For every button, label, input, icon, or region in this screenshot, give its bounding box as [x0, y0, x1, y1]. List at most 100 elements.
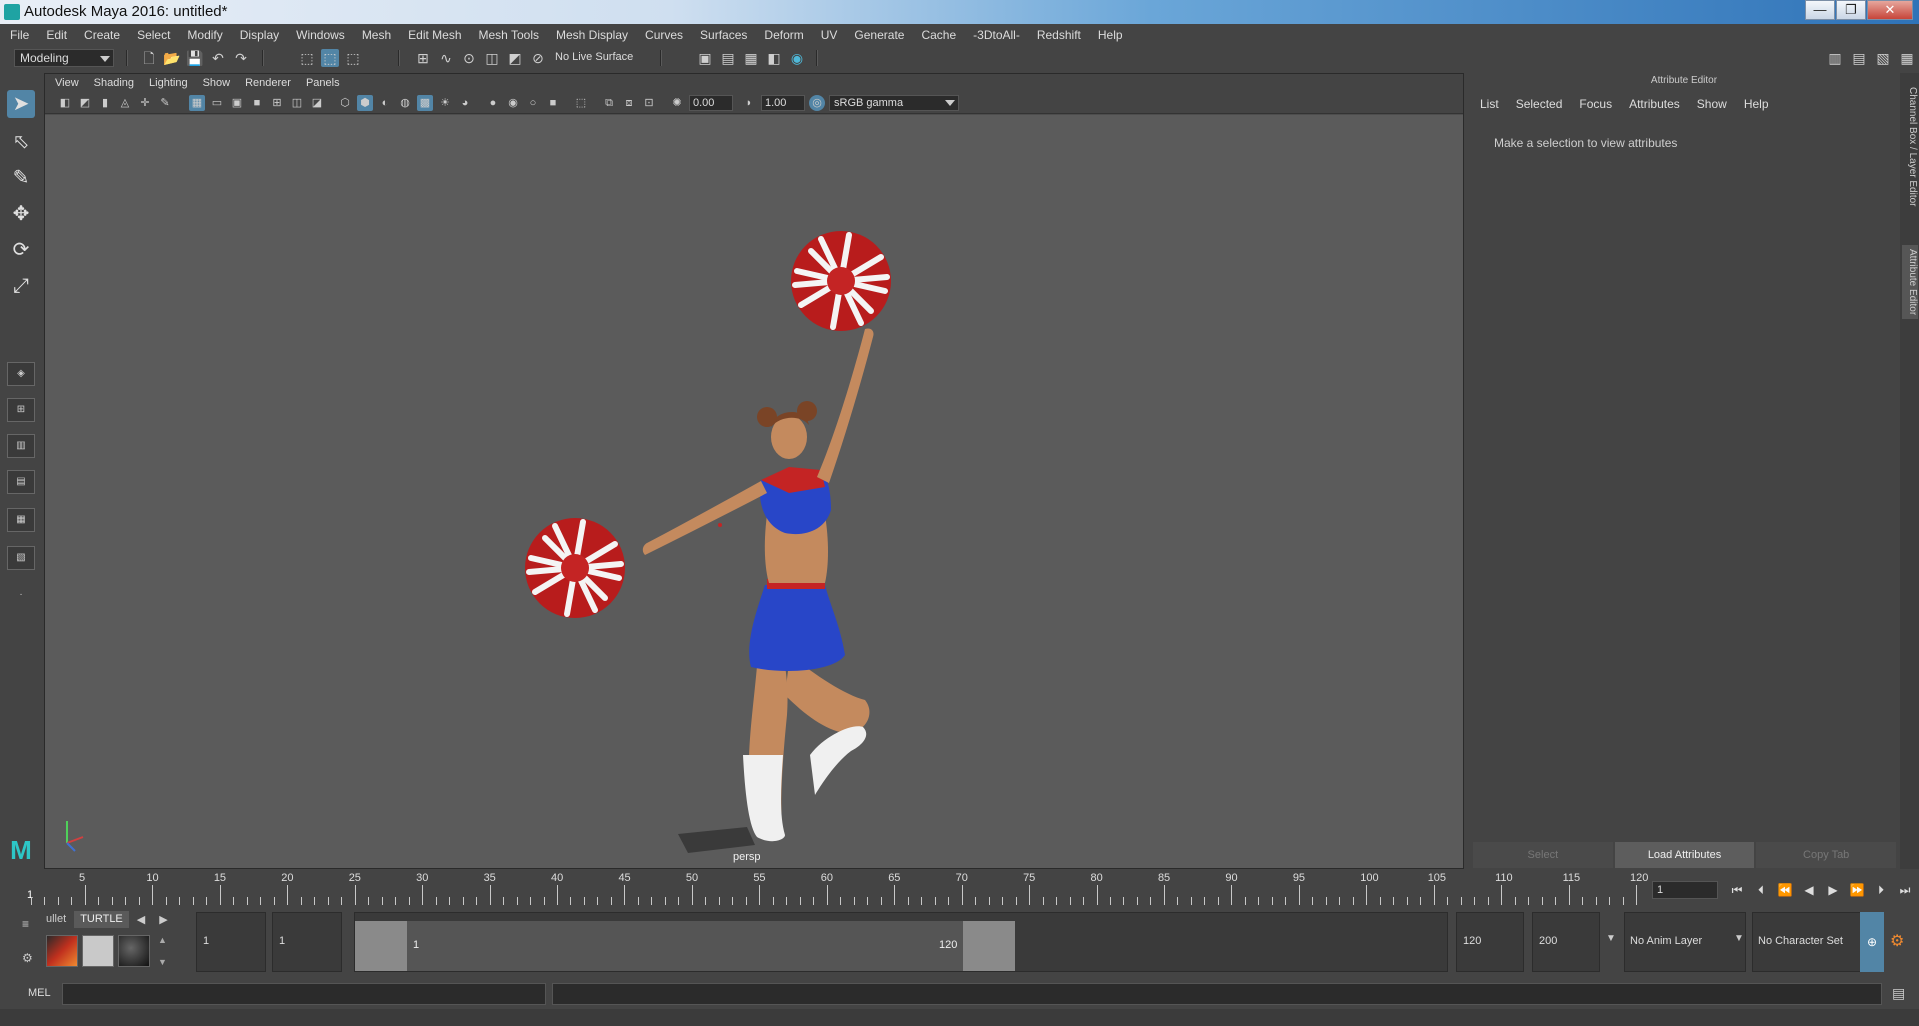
ae-menu-selected[interactable]: Selected: [1516, 97, 1563, 111]
shelf-tab-bullet[interactable]: ullet: [40, 911, 72, 928]
auto-key-icon[interactable]: ⊕: [1860, 912, 1884, 972]
time-slider[interactable]: 1 5 10 15 20 25 30 35 40 45 50 55 60 65 70 75 80 85 90 95 1…: [0, 869, 1919, 909]
isolate-select-icon[interactable]: ⬚: [573, 95, 589, 111]
menu-redshift[interactable]: Redshift: [1037, 28, 1081, 42]
bookmark-icon[interactable]: ▮: [97, 95, 113, 111]
safe-title-icon[interactable]: ◪: [309, 95, 325, 111]
range-track[interactable]: 1 120: [354, 912, 1448, 972]
shadows-icon[interactable]: ◕: [457, 95, 473, 111]
exposure-icon[interactable]: ✺: [669, 95, 685, 111]
xray-icon[interactable]: ⧉: [601, 95, 617, 111]
perspective-viewport[interactable]: persp: [45, 115, 1463, 868]
shelf-settings-icon[interactable]: ⚙: [22, 951, 33, 965]
select-hierarchy-icon[interactable]: ⬚: [298, 49, 316, 67]
mel-label[interactable]: MEL: [28, 987, 51, 999]
film-gate-icon[interactable]: ▭: [209, 95, 225, 111]
screen-space-ao-icon[interactable]: ●: [485, 95, 501, 111]
anim-layer-select[interactable]: No Anim Layer: [1624, 912, 1746, 972]
select-tool-icon[interactable]: ➤: [7, 90, 35, 118]
menu-deform[interactable]: Deform: [764, 28, 803, 42]
undo-icon[interactable]: ↶: [209, 49, 227, 67]
play-forwards-icon[interactable]: ▶: [1824, 882, 1842, 898]
playback-start-field[interactable]: 1: [272, 912, 342, 972]
wireframe-on-shaded-icon[interactable]: ◍: [397, 95, 413, 111]
menu-help[interactable]: Help: [1098, 28, 1123, 42]
gamma-field[interactable]: 1.00: [761, 95, 805, 111]
panel-menu-panels[interactable]: Panels: [306, 77, 340, 89]
anim-prefs-icon[interactable]: ⚙: [1890, 931, 1904, 951]
move-tool-icon[interactable]: ✥: [7, 200, 35, 228]
anti-aliasing-icon[interactable]: ○: [525, 95, 541, 111]
panel-menu-lighting[interactable]: Lighting: [149, 77, 188, 89]
xray-joints-icon[interactable]: ⧈: [621, 95, 637, 111]
render-frame-icon[interactable]: ▣: [696, 49, 714, 67]
step-back-key-icon[interactable]: ⏪: [1776, 882, 1794, 898]
shelf-menu-icon[interactable]: ≡: [22, 917, 29, 931]
menu-cache[interactable]: Cache: [921, 28, 956, 42]
menu-select[interactable]: Select: [137, 28, 170, 42]
mel-input[interactable]: [62, 983, 546, 1005]
use-default-material-icon[interactable]: ◐: [377, 95, 393, 111]
go-to-end-icon[interactable]: ⏭: [1896, 882, 1914, 898]
use-all-lights-icon[interactable]: ☀: [437, 95, 453, 111]
menu-edit[interactable]: Edit: [46, 28, 67, 42]
maximize-button[interactable]: ❐: [1836, 0, 1866, 20]
grid-icon[interactable]: ▦: [189, 95, 205, 111]
wireframe-icon[interactable]: ⬡: [337, 95, 353, 111]
menu-mesh-display[interactable]: Mesh Display: [556, 28, 628, 42]
ae-menu-list[interactable]: List: [1480, 97, 1499, 111]
snap-view-plane-icon[interactable]: ◫: [483, 49, 501, 67]
minimize-button[interactable]: —: [1805, 0, 1835, 20]
turtle-sphere-icon[interactable]: [118, 935, 150, 967]
safe-action-icon[interactable]: ◫: [289, 95, 305, 111]
menu-surfaces[interactable]: Surfaces: [700, 28, 747, 42]
modeling-toolkit-icon[interactable]: ▥: [1826, 49, 1844, 67]
grease-pencil-icon[interactable]: ✎: [157, 95, 173, 111]
depth-of-field-icon[interactable]: ■: [545, 95, 561, 111]
gate-mask-icon[interactable]: ■: [249, 95, 265, 111]
live-surface-icon[interactable]: ⊘: [529, 49, 547, 67]
script-editor-icon[interactable]: ▤: [1892, 985, 1905, 1002]
ae-menu-focus[interactable]: Focus: [1579, 97, 1612, 111]
new-scene-icon[interactable]: 🗋: [140, 49, 158, 67]
step-forward-icon[interactable]: ⏵: [1872, 882, 1890, 898]
menu-modify[interactable]: Modify: [187, 28, 222, 42]
menu-windows[interactable]: Windows: [296, 28, 345, 42]
camera-select-icon[interactable]: ◧: [57, 95, 73, 111]
tool-settings-icon[interactable]: ▧: [1874, 49, 1892, 67]
panel-menu-renderer[interactable]: Renderer: [245, 77, 291, 89]
snap-point-icon[interactable]: ⊙: [460, 49, 478, 67]
playback-end-field[interactable]: 120: [1456, 912, 1524, 972]
panel-menu-view[interactable]: View: [55, 77, 79, 89]
more-layouts-icon[interactable]: ·: [7, 584, 35, 608]
tab-attribute-editor[interactable]: Attribute Editor: [1902, 245, 1918, 320]
current-frame-field[interactable]: 1: [1652, 881, 1718, 899]
outliner-layout-icon[interactable]: ▦: [7, 508, 35, 532]
ae-menu-help[interactable]: Help: [1744, 97, 1769, 111]
scale-tool-icon[interactable]: ⤢: [7, 272, 35, 300]
attribute-editor-toggle-icon[interactable]: ▤: [1850, 49, 1868, 67]
menu-create[interactable]: Create: [84, 28, 120, 42]
menu-file[interactable]: File: [10, 28, 29, 42]
menu-edit-mesh[interactable]: Edit Mesh: [408, 28, 461, 42]
camera-attributes-icon[interactable]: ◩: [77, 95, 93, 111]
gamma-icon[interactable]: ◗: [741, 95, 757, 111]
menu-curves[interactable]: Curves: [645, 28, 683, 42]
go-to-start-icon[interactable]: ⏮: [1728, 882, 1746, 898]
textured-icon[interactable]: ▩: [417, 95, 433, 111]
resolution-gate-icon[interactable]: ▣: [229, 95, 245, 111]
character-set-select[interactable]: No Character Set: [1752, 912, 1874, 972]
range-end-handle[interactable]: [963, 921, 1015, 971]
turtle-render-icon[interactable]: [82, 935, 114, 967]
close-button[interactable]: ✕: [1867, 0, 1913, 20]
menu-generate[interactable]: Generate: [854, 28, 904, 42]
copy-tab-button[interactable]: Copy Tab: [1756, 842, 1897, 868]
lasso-tool-icon[interactable]: ⬁: [7, 128, 35, 156]
exposure-field[interactable]: 0.00: [689, 95, 733, 111]
chevron-down-icon[interactable]: ▼: [1606, 933, 1616, 944]
ae-select-button[interactable]: Select: [1473, 842, 1613, 868]
animation-start-field[interactable]: 1: [196, 912, 266, 972]
xray-components-icon[interactable]: ⊡: [641, 95, 657, 111]
ae-menu-attributes[interactable]: Attributes: [1629, 97, 1680, 111]
ipr-render-icon[interactable]: ▤: [719, 49, 737, 67]
